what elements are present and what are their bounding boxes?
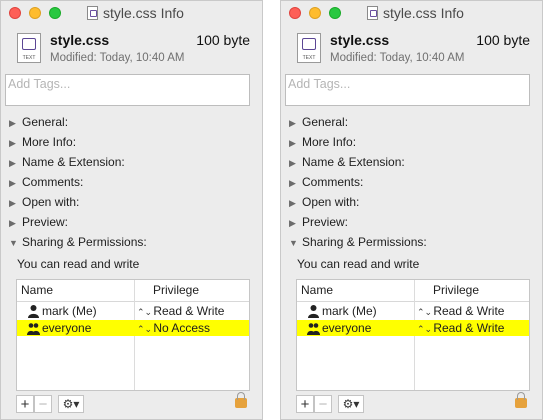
- permissions-table: Name Privilege mark (Me) ⌃⌄ Read & Write…: [296, 279, 530, 391]
- column-header-name[interactable]: Name: [21, 283, 53, 297]
- zoom-button[interactable]: [49, 7, 61, 19]
- add-user-button[interactable]: +: [16, 395, 34, 413]
- permissions-table: Name Privilege mark (Me) ⌃⌄ Read & Write…: [16, 279, 250, 391]
- updown-chevron-icon: ⌃⌄: [417, 324, 433, 334]
- table-header: Name Privilege: [17, 280, 249, 302]
- section-preview[interactable]: ▶ Preview:: [289, 214, 348, 230]
- table-header: Name Privilege: [297, 280, 529, 302]
- privilege-popup[interactable]: ⌃⌄ No Access: [137, 321, 210, 335]
- disclosure-triangle-icon[interactable]: ▶: [9, 115, 21, 131]
- css-document-icon: TEXT: [17, 33, 41, 63]
- file-type-label: TEXT: [302, 55, 316, 61]
- disclosure-triangle-icon[interactable]: ▶: [289, 195, 301, 211]
- table-row[interactable]: mark (Me) ⌃⌄ Read & Write: [17, 303, 249, 319]
- section-comments[interactable]: ▶ Comments:: [9, 174, 83, 190]
- section-open-with[interactable]: ▶ Open with:: [289, 194, 359, 210]
- column-header-name[interactable]: Name: [301, 283, 333, 297]
- section-general[interactable]: ▶ General:: [289, 114, 348, 130]
- css-file-icon: [367, 6, 378, 20]
- modified-date: Modified: Today, 10:40 AM: [330, 52, 465, 64]
- zoom-button[interactable]: [329, 7, 341, 19]
- info-window-left: style.css Info TEXT style.css 100 byte M…: [0, 0, 263, 420]
- privilege-popup[interactable]: ⌃⌄ Read & Write: [137, 304, 224, 318]
- tags-field[interactable]: [285, 74, 530, 106]
- section-comments[interactable]: ▶ Comments:: [289, 174, 363, 190]
- modified-date: Modified: Today, 10:40 AM: [50, 52, 185, 64]
- action-gear-menu[interactable]: ⚙▾: [338, 395, 364, 413]
- updown-chevron-icon: ⌃⌄: [137, 324, 153, 334]
- minimize-button[interactable]: [309, 7, 321, 19]
- action-gear-menu[interactable]: ⚙▾: [58, 395, 84, 413]
- section-name-extension[interactable]: ▶ Name & Extension:: [9, 154, 125, 170]
- section-sharing-permissions[interactable]: ▼ Sharing & Permissions:: [9, 234, 147, 250]
- section-open-with[interactable]: ▶ Open with:: [9, 194, 79, 210]
- group-icon: [307, 323, 320, 335]
- user-name: mark (Me): [42, 304, 97, 318]
- tags-input[interactable]: [286, 75, 518, 91]
- user-name: mark (Me): [322, 304, 377, 318]
- updown-chevron-icon: ⌃⌄: [417, 307, 433, 317]
- user-name: everyone: [42, 321, 92, 335]
- disclosure-triangle-expanded-icon[interactable]: ▼: [9, 235, 21, 251]
- disclosure-triangle-icon[interactable]: ▶: [9, 195, 21, 211]
- file-name: style.css: [50, 32, 110, 48]
- file-size: 100 byte: [196, 32, 250, 48]
- table-row-highlighted[interactable]: everyone ⌃⌄ No Access: [17, 320, 249, 336]
- single-user-icon: [28, 305, 39, 318]
- table-row-highlighted[interactable]: everyone ⌃⌄ Read & Write: [297, 320, 529, 336]
- updown-chevron-icon: ⌃⌄: [137, 307, 153, 317]
- lock-icon[interactable]: [515, 392, 527, 408]
- section-more-info[interactable]: ▶ More Info:: [9, 134, 76, 150]
- section-general[interactable]: ▶ General:: [9, 114, 68, 130]
- css-file-icon: [87, 6, 98, 20]
- privilege-popup[interactable]: ⌃⌄ Read & Write: [417, 321, 504, 335]
- add-user-button[interactable]: +: [296, 395, 314, 413]
- remove-user-button[interactable]: −: [34, 395, 52, 413]
- disclosure-triangle-icon[interactable]: ▶: [9, 135, 21, 151]
- disclosure-triangle-icon[interactable]: ▶: [289, 175, 301, 191]
- disclosure-triangle-icon[interactable]: ▶: [289, 155, 301, 171]
- group-icon: [27, 323, 40, 335]
- file-size: 100 byte: [476, 32, 530, 48]
- disclosure-triangle-icon[interactable]: ▶: [9, 215, 21, 231]
- tags-field[interactable]: [5, 74, 250, 106]
- table-row[interactable]: mark (Me) ⌃⌄ Read & Write: [297, 303, 529, 319]
- disclosure-triangle-icon[interactable]: ▶: [289, 115, 301, 131]
- remove-user-button[interactable]: −: [314, 395, 332, 413]
- title-bar[interactable]: style.css Info: [281, 1, 542, 27]
- disclosure-triangle-icon[interactable]: ▶: [289, 215, 301, 231]
- file-type-label: TEXT: [22, 55, 36, 61]
- file-name: style.css: [330, 32, 390, 48]
- column-header-privilege[interactable]: Privilege: [433, 283, 479, 297]
- disclosure-triangle-icon[interactable]: ▶: [9, 175, 21, 191]
- window-title: style.css Info: [103, 5, 184, 21]
- disclosure-triangle-icon[interactable]: ▶: [9, 155, 21, 171]
- section-sharing-permissions[interactable]: ▼ Sharing & Permissions:: [289, 234, 427, 250]
- title-bar[interactable]: style.css Info: [1, 1, 262, 27]
- permission-summary: You can read and write: [17, 257, 140, 271]
- section-name-extension[interactable]: ▶ Name & Extension:: [289, 154, 405, 170]
- single-user-icon: [308, 305, 319, 318]
- privilege-popup[interactable]: ⌃⌄ Read & Write: [417, 304, 504, 318]
- section-more-info[interactable]: ▶ More Info:: [289, 134, 356, 150]
- lock-icon[interactable]: [235, 392, 247, 408]
- css-document-icon: TEXT: [297, 33, 321, 63]
- close-button[interactable]: [289, 7, 301, 19]
- tags-input[interactable]: [6, 75, 238, 91]
- disclosure-triangle-icon[interactable]: ▶: [289, 135, 301, 151]
- user-name: everyone: [322, 321, 372, 335]
- window-title: style.css Info: [383, 5, 464, 21]
- close-button[interactable]: [9, 7, 21, 19]
- minimize-button[interactable]: [29, 7, 41, 19]
- column-header-privilege[interactable]: Privilege: [153, 283, 199, 297]
- section-preview[interactable]: ▶ Preview:: [9, 214, 68, 230]
- disclosure-triangle-expanded-icon[interactable]: ▼: [289, 235, 301, 251]
- permission-summary: You can read and write: [297, 257, 420, 271]
- info-window-right: style.css Info TEXT style.css 100 byte M…: [280, 0, 543, 420]
